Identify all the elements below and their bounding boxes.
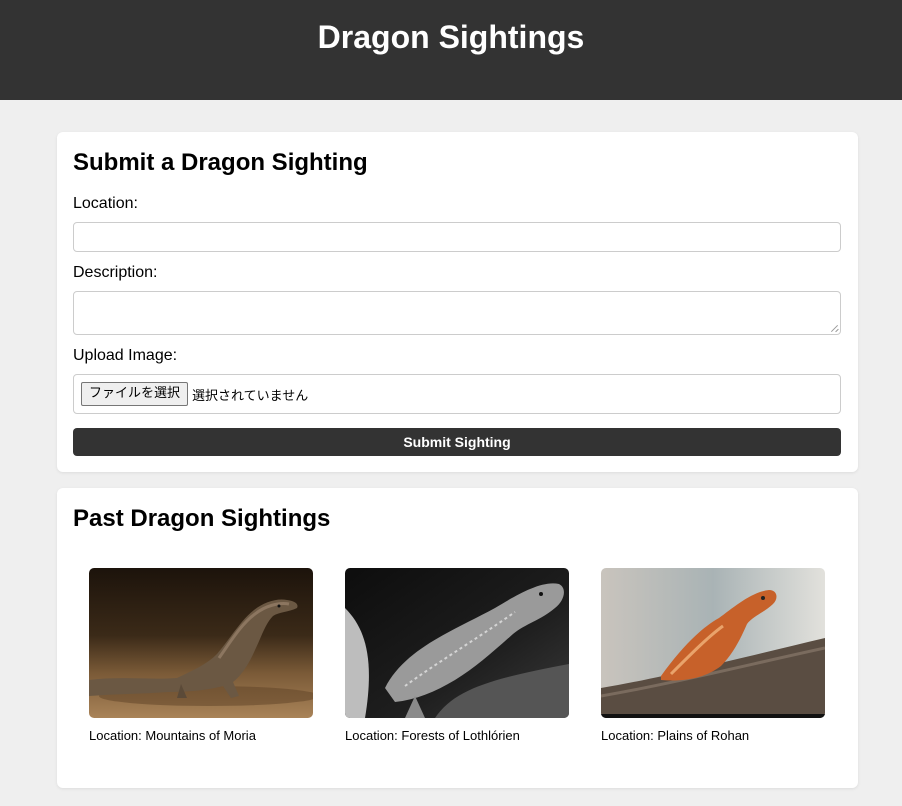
choose-file-button[interactable]: ファイルを選択 xyxy=(81,382,189,406)
location-input[interactable] xyxy=(73,222,841,252)
description-textarea[interactable] xyxy=(73,291,841,335)
image-upload-field: ファイルを選択 選択されていません xyxy=(73,374,841,414)
sighting-caption: Location: Mountains of Moria xyxy=(89,728,256,743)
upload-image-label: Upload Image: xyxy=(73,347,178,364)
bearded-dragon-color-photo xyxy=(601,568,825,718)
location-label: Location: xyxy=(73,195,138,212)
sighting-card: Location: Forests of Lothlórien xyxy=(345,568,569,743)
monitor-lizard-photo xyxy=(89,568,313,718)
description-label: Description: xyxy=(73,264,158,281)
sighting-card: Location: Mountains of Moria xyxy=(89,568,313,743)
file-status-text: 選択されていません xyxy=(192,388,309,404)
sighting-caption: Location: Forests of Lothlórien xyxy=(345,728,520,743)
sighting-caption: Location: Plains of Rohan xyxy=(601,728,750,743)
page-header: Dragon Sightings xyxy=(0,0,902,100)
resize-grip-icon[interactable] xyxy=(830,324,838,332)
submit-sighting-button[interactable]: Submit Sighting xyxy=(73,428,841,456)
past-sightings-section: Past Dragon Sightings Location: Mountain… xyxy=(57,488,858,788)
sighting-card: Location: Plains of Rohan xyxy=(601,568,825,743)
submit-sighting-form: Submit a Dragon Sighting Location: Descr… xyxy=(57,132,858,472)
page-title: Dragon Sightings xyxy=(317,18,585,55)
form-title: Submit a Dragon Sighting xyxy=(73,149,368,176)
sightings-gallery: Location: Mountains of Moria Location: F… xyxy=(89,568,825,743)
bearded-dragon-bw-photo xyxy=(345,568,569,718)
past-sightings-title: Past Dragon Sightings xyxy=(73,505,331,532)
